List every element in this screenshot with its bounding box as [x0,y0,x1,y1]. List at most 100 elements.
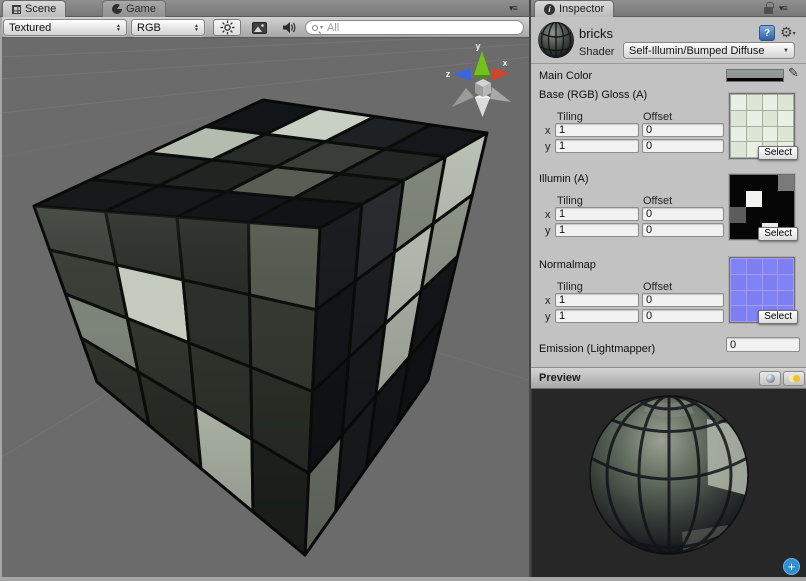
base-x-offset-input[interactable] [642,123,724,137]
tab-game[interactable]: Game [102,0,166,17]
tab-inspector-label: Inspector [559,3,604,15]
tab-scene-label: Scene [25,3,56,15]
tiling-header: Tiling [557,111,583,123]
window-bottom-edge [0,577,806,581]
material-header: bricks Shader Self-Illumin/Bumped Diffus… [531,17,806,64]
gizmo-y-label: y [475,41,480,51]
search-scope-arrow-icon: ▾ [320,24,323,31]
normalmap-select-button[interactable]: Select [758,310,798,324]
draw-mode-value: Textured [9,22,51,34]
tiling-header: Tiling [557,281,583,293]
window-left-edge [0,17,2,581]
search-input[interactable] [325,21,517,35]
base-texture-thumbnail[interactable]: Select [729,93,795,159]
x-row-label: x [545,209,551,221]
tab-scene[interactable]: Scene [2,0,66,17]
gizmo-x-cone[interactable] [492,68,511,81]
scene-grid-icon [12,5,21,14]
tab-game-label: Game [126,3,156,15]
scene-search-field[interactable]: ▾ [305,20,524,35]
light-dot-icon [793,375,800,382]
preview-area[interactable]: + [531,389,806,581]
speaker-icon [282,21,297,34]
base-select-button[interactable]: Select [758,146,798,160]
image-icon [252,22,267,34]
search-icon [312,25,318,31]
scene-viewport[interactable]: y x z [0,38,529,581]
tiling-header: Tiling [557,195,583,207]
stepper-arrows-icon: ▲▼ [116,24,121,32]
y-row-label: y [545,225,551,237]
scene-tabstrip: Scene Game ▾≡ [0,0,529,17]
illumin-y-offset-input[interactable] [642,223,724,237]
inspector-panel: i Inspector ▾≡ [531,0,806,581]
section-label: Normalmap [539,259,596,271]
scene-orientation-gizmo[interactable]: y x z [446,41,511,117]
x-row-label: x [545,125,551,137]
cube-object[interactable] [34,100,487,555]
sun-icon [220,20,235,35]
offset-header: Offset [643,195,672,207]
preview-lighting-button[interactable] [783,371,805,386]
unity-editor-window: Scene Game ▾≡ Textured ▲▼ RGB ▲▼ [0,0,806,581]
y-row-label: y [545,141,551,153]
scene-audio-toggle[interactable] [275,19,303,36]
section-label: Base (RGB) Gloss (A) [539,89,647,101]
main-color-label: Main Color [539,70,592,82]
illumin-x-tiling-input[interactable] [555,207,639,221]
illumin-texture-thumbnail[interactable]: Select [729,174,795,240]
inspector-panel-menu-icon[interactable]: ▾≡ [779,3,787,14]
material-properties: Main Color ✎ Base (RGB) Gloss (A) Tiling… [531,64,806,367]
color-mode-dropdown[interactable]: RGB ▲▼ [131,19,205,36]
preview-label: Preview [539,372,581,384]
preview-mesh-button[interactable] [759,371,781,386]
scene-toolbar: Textured ▲▼ RGB ▲▼ [0,17,529,38]
offset-header: Offset [643,281,672,293]
inspector-tabstrip: i Inspector ▾≡ [531,0,806,17]
game-controller-icon [112,4,122,14]
material-sphere-thumbnail [537,21,575,59]
base-y-offset-input[interactable] [642,139,724,153]
add-preview-button[interactable]: + [783,558,800,575]
normalmap-texture-thumbnail[interactable]: Select [729,257,795,323]
x-row-label: x [545,295,551,307]
info-icon: i [544,4,555,15]
illumin-select-button[interactable]: Select [758,227,798,241]
tab-inspector[interactable]: i Inspector [534,0,614,17]
help-icon[interactable]: ? [759,25,775,41]
base-y-tiling-input[interactable] [555,139,639,153]
gear-icon[interactable]: ⚙▾ [780,24,796,41]
illumin-y-tiling-input[interactable] [555,223,639,237]
gizmo-z-label: z [446,69,451,79]
stepper-arrows-icon: ▲▼ [194,24,199,32]
emission-input[interactable] [726,337,800,352]
shader-dropdown[interactable]: Self-Illumin/Bumped Diffuse ▼ [623,42,795,59]
material-name: bricks [579,26,613,41]
gizmo-x-label: x [502,58,507,68]
gizmo-z-cone[interactable] [453,68,471,81]
base-x-tiling-input[interactable] [555,123,639,137]
eyedropper-icon[interactable]: ✎ [788,65,799,81]
scene-panel: Scene Game ▾≡ Textured ▲▼ RGB ▲▼ [0,0,529,581]
section-label: Illumin (A) [539,173,589,185]
shader-label: Shader [579,46,614,58]
color-mode-value: RGB [137,22,161,34]
draw-mode-dropdown[interactable]: Textured ▲▼ [3,19,127,36]
dropdown-arrow-icon: ▼ [783,48,789,54]
illumin-x-offset-input[interactable] [642,207,724,221]
normal-x-tiling-input[interactable] [555,293,639,307]
preview-header[interactable]: Preview [531,367,806,389]
normal-y-tiling-input[interactable] [555,309,639,323]
scene-fx-toggle[interactable] [245,19,273,36]
lock-icon[interactable] [764,7,773,14]
shader-value: Self-Illumin/Bumped Diffuse [629,45,765,57]
preview-sphere [532,389,806,581]
main-color-swatch[interactable] [726,69,784,82]
normal-x-offset-input[interactable] [642,293,724,307]
sphere-icon [766,374,775,383]
scene-panel-menu-icon[interactable]: ▾≡ [509,3,517,14]
y-row-label: y [545,311,551,323]
normal-y-offset-input[interactable] [642,309,724,323]
emission-label: Emission (Lightmapper) [539,343,655,355]
scene-lighting-toggle[interactable] [213,19,241,36]
